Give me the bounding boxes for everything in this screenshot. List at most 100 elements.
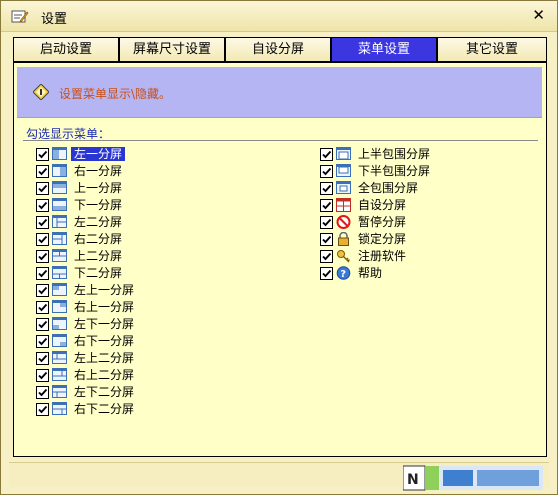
menu-checkbox[interactable]	[36, 250, 49, 263]
menu-option-item[interactable]: 上半包围分屏	[320, 146, 480, 163]
menu-option-label: 左二分屏	[74, 215, 123, 229]
menu-checkbox[interactable]	[320, 182, 333, 195]
title-bar: 设置 ✕	[1, 1, 557, 32]
menu-option-item[interactable]: 暂停分屏	[320, 214, 480, 231]
menu-checkbox[interactable]	[320, 216, 333, 229]
svg-text:N: N	[407, 472, 419, 488]
menu-option-label: 左上二分屏	[74, 351, 135, 365]
menu-option-label: 右二分屏	[74, 232, 123, 246]
menu-option-label: 右上二分屏	[74, 368, 135, 382]
layout-top-one-icon	[52, 181, 67, 195]
menu-option-item[interactable]: 右上一分屏	[36, 299, 196, 316]
menu-option-item[interactable]: 注册软件	[320, 248, 480, 265]
status-bar: N	[9, 462, 549, 491]
tab-startup[interactable]: 启动设置	[13, 37, 119, 62]
tab-custom-split[interactable]: 自设分屏	[225, 37, 331, 62]
menu-option-label: 右一分屏	[74, 164, 123, 178]
menu-option-label: 下半包围分屏	[358, 164, 431, 178]
menu-option-item[interactable]: 全包围分屏	[320, 180, 480, 197]
menu-checkbox[interactable]	[36, 352, 49, 365]
menu-option-label: 左下二分屏	[74, 385, 135, 399]
svg-text:?: ?	[340, 269, 346, 280]
menu-option-item[interactable]: 右一分屏	[36, 163, 196, 180]
layout-left-one-icon	[52, 147, 67, 161]
menu-checkbox[interactable]	[36, 335, 49, 348]
custom-layout-icon	[336, 198, 351, 212]
menu-checkbox[interactable]	[36, 148, 49, 161]
layout-top-two-icon	[52, 249, 67, 263]
menu-checkbox[interactable]	[36, 369, 49, 382]
banner-text: 设置菜单显示\隐藏。	[59, 87, 172, 101]
menu-option-label: 锁定分屏	[358, 232, 407, 246]
layout-bottom-right-two-icon	[52, 402, 67, 416]
menu-option-label: 下一分屏	[74, 198, 123, 212]
tab-screen-size[interactable]: 屏幕尺寸设置	[119, 37, 225, 62]
menu-option-label: 全包围分屏	[358, 181, 419, 195]
left-menu-list: 左一分屏 右一分屏上一分屏 下一分屏左二分屏右二分屏上二分屏下二分屏左上一分屏右上一…	[36, 146, 196, 418]
menu-checkbox[interactable]	[320, 199, 333, 212]
layout-bottom-half-surround-icon	[336, 164, 351, 178]
tab-menu-settings[interactable]: 菜单设置	[331, 37, 437, 62]
menu-checkbox[interactable]	[36, 301, 49, 314]
menu-option-label: 自设分屏	[358, 198, 407, 212]
menu-option-label: 右上一分屏	[74, 300, 135, 314]
menu-checkbox[interactable]	[320, 250, 333, 263]
menu-option-item[interactable]: 左一分屏	[36, 146, 196, 163]
menu-option-item[interactable]: 右二分屏	[36, 231, 196, 248]
menu-option-label: 右下一分屏	[74, 334, 135, 348]
menu-option-item[interactable]: 锁定分屏	[320, 231, 480, 248]
menu-option-item[interactable]: 自设分屏	[320, 197, 480, 214]
menu-checkbox[interactable]	[320, 233, 333, 246]
menu-option-item[interactable]: 下一分屏	[36, 197, 196, 214]
layout-top-left-one-icon	[52, 283, 67, 297]
menu-option-item[interactable]: 上一分屏	[36, 180, 196, 197]
info-banner: 设置菜单显示\隐藏。	[17, 67, 542, 118]
window-title: 设置	[41, 12, 68, 27]
menu-checkbox[interactable]	[36, 267, 49, 280]
menu-option-label: 右下二分屏	[74, 402, 135, 416]
layout-top-right-two-icon	[52, 368, 67, 382]
menu-checkbox[interactable]	[36, 284, 49, 297]
layout-bottom-left-one-icon	[52, 317, 67, 331]
key-icon	[336, 249, 351, 263]
lock-icon	[336, 231, 351, 246]
menu-checkbox[interactable]	[36, 386, 49, 399]
menu-option-item[interactable]: 右下二分屏	[36, 401, 196, 418]
menu-option-label: 下二分屏	[74, 266, 123, 280]
app-icon	[11, 10, 29, 23]
menu-option-item[interactable]: 左下二分屏	[36, 384, 196, 401]
menu-checkbox[interactable]	[320, 148, 333, 161]
layout-top-half-surround-icon	[336, 147, 351, 161]
menu-option-item[interactable]: 左下一分屏	[36, 316, 196, 333]
close-button[interactable]: ✕	[532, 7, 545, 23]
menu-option-item[interactable]: 右下一分屏	[36, 333, 196, 350]
menu-option-label: 注册软件	[358, 249, 407, 263]
layout-bottom-two-icon	[52, 266, 67, 280]
section-divider	[23, 140, 538, 141]
layout-full-surround-icon	[336, 181, 351, 195]
layout-bottom-left-two-icon	[52, 385, 67, 399]
tab-other-settings[interactable]: 其它设置	[437, 37, 547, 62]
menu-option-item[interactable]: 下二分屏	[36, 265, 196, 282]
menu-option-item[interactable]: 上二分屏	[36, 248, 196, 265]
menu-option-item[interactable]: 右上二分屏	[36, 367, 196, 384]
menu-option-item[interactable]: 左上二分屏	[36, 350, 196, 367]
menu-checkbox[interactable]	[36, 233, 49, 246]
settings-window: 设置 ✕ 启动设置 屏幕尺寸设置 自设分屏 菜单设置 其它设置 设置菜单显示\隐…	[0, 0, 558, 495]
menu-checkbox[interactable]	[36, 216, 49, 229]
menu-option-item[interactable]: 下半包围分屏	[320, 163, 480, 180]
menu-option-item[interactable]: 左二分屏	[36, 214, 196, 231]
menu-checkbox[interactable]	[36, 199, 49, 212]
menu-checkbox[interactable]	[36, 318, 49, 331]
menu-option-item[interactable]: ? 帮助	[320, 265, 480, 282]
menu-option-label: 左上一分屏	[74, 283, 135, 297]
menu-checkbox[interactable]	[320, 165, 333, 178]
menu-option-label: 上二分屏	[74, 249, 123, 263]
right-menu-list: 上半包围分屏 下半包围分屏 全包围分屏自设分屏暂停分屏 锁定分屏注册软件 ? 帮助	[320, 146, 480, 282]
menu-checkbox[interactable]	[320, 267, 333, 280]
menu-checkbox[interactable]	[36, 165, 49, 178]
layout-right-two-icon	[52, 232, 67, 246]
menu-checkbox[interactable]	[36, 403, 49, 416]
menu-checkbox[interactable]	[36, 182, 49, 195]
menu-option-item[interactable]: 左上一分屏	[36, 282, 196, 299]
